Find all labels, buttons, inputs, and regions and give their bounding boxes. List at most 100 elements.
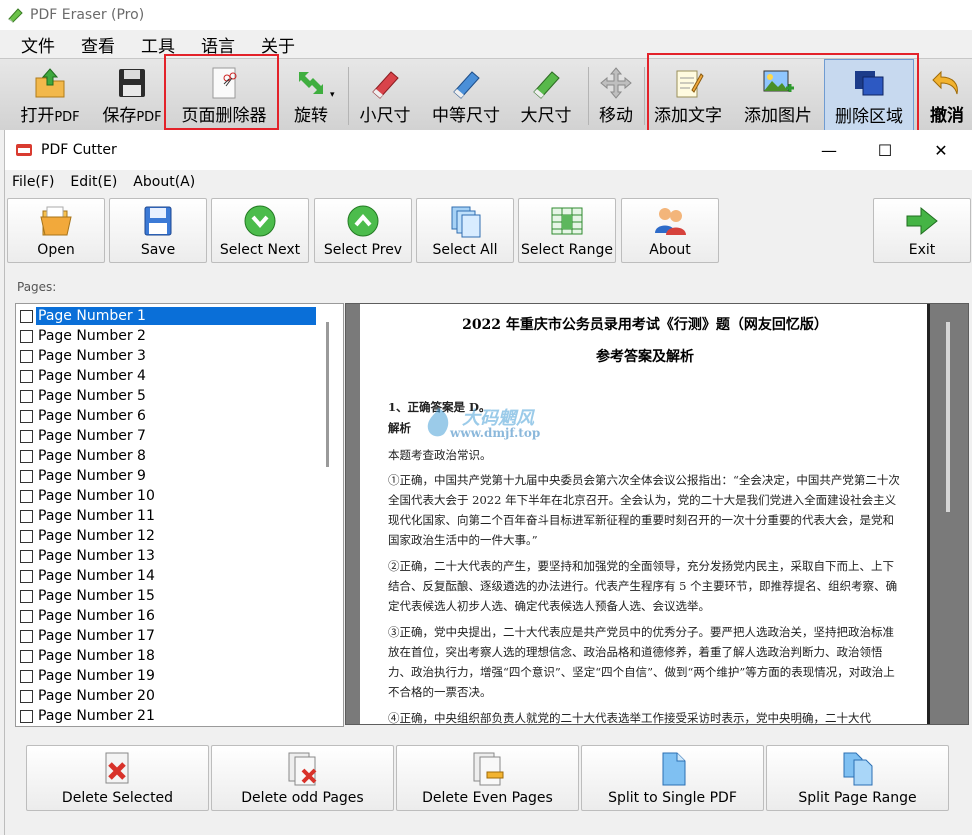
minimize-button[interactable]: —: [801, 130, 857, 170]
maximize-button[interactable]: ☐: [857, 130, 913, 170]
users-icon: [655, 208, 686, 235]
delete-odd-pages-button[interactable]: Delete odd Pages: [211, 745, 394, 811]
page-list-item[interactable]: Page Number 13: [20, 546, 317, 566]
page-checkbox[interactable]: [20, 549, 33, 563]
page-list-item[interactable]: Page Number 8: [20, 446, 317, 466]
page-list-item[interactable]: Page Number 15: [20, 586, 317, 606]
menu-about-a[interactable]: About(A): [133, 174, 195, 190]
page-label: Page Number 7: [38, 428, 146, 444]
about-button[interactable]: About: [621, 198, 719, 263]
page-list-item[interactable]: Page Number 21: [20, 706, 317, 726]
select-all-button[interactable]: Select All: [416, 198, 514, 263]
page-checkbox[interactable]: [20, 409, 33, 423]
save-pdf-button[interactable]: 保存PDF: [96, 59, 168, 131]
analysis-paragraph-2: ②正确，二十大代表的产生，要坚持和加强党的全面领导，充分发扬党内民主，采取自下而…: [388, 559, 898, 613]
select-next-button[interactable]: Select Next: [211, 198, 309, 263]
page-list-item[interactable]: Page Number 16: [20, 606, 317, 626]
page-checkbox[interactable]: [20, 689, 33, 703]
page-checkbox[interactable]: [20, 369, 33, 383]
open-pdf-button[interactable]: 打开PDF: [14, 59, 86, 131]
page-list-item[interactable]: Page Number 9: [20, 466, 317, 486]
page-checkbox[interactable]: [20, 649, 33, 663]
save-button[interactable]: Save: [109, 198, 207, 263]
page-checkbox[interactable]: [20, 589, 33, 603]
page-label: Page Number 1: [36, 307, 316, 325]
page-checkbox[interactable]: [20, 429, 33, 443]
page-checkbox[interactable]: [20, 349, 33, 363]
pdf-cutter-menu-bar: File(F) Edit(E) About(A): [5, 170, 972, 194]
stacked-pages-icon: [451, 206, 481, 238]
page-checkbox[interactable]: [20, 529, 33, 543]
page-list-item[interactable]: Page Number 11: [20, 506, 317, 526]
pdf-app-icon: [16, 144, 32, 156]
pages-list[interactable]: Page Number 1 Page Number 2 Page Number 3 P…: [15, 303, 344, 727]
single-page-icon: [662, 752, 685, 786]
page-label: Page Number 5: [38, 388, 146, 404]
page-checkbox[interactable]: [20, 469, 33, 483]
pdf-preview-pane[interactable]: 2022 年重庆市公务员录用考试《行测》题（网友回忆版） 参考答案及解析 1、正…: [345, 303, 969, 725]
menu-edit-e[interactable]: Edit(E): [70, 174, 117, 190]
menu-tools[interactable]: 工具: [141, 32, 175, 57]
delete-even-pages-button[interactable]: Delete Even Pages: [396, 745, 579, 811]
open-button[interactable]: Open: [7, 198, 105, 263]
menu-file-f[interactable]: File(F): [12, 174, 54, 190]
rotate-button[interactable]: 旋转 ▾: [282, 59, 340, 131]
page-checkbox[interactable]: [20, 489, 33, 503]
page-checkbox[interactable]: [20, 629, 33, 643]
page-list-item[interactable]: Page Number 3: [20, 346, 317, 366]
page-checkbox[interactable]: [20, 329, 33, 343]
exit-label: Exit: [908, 242, 936, 258]
page-checkbox[interactable]: [20, 569, 33, 583]
select-range-button[interactable]: Select Range: [518, 198, 616, 263]
move-button[interactable]: 移动: [592, 59, 640, 131]
page-label: Page Number 9: [38, 468, 146, 484]
page-label: Page Number 2: [38, 328, 146, 344]
page-checkbox[interactable]: [20, 669, 33, 683]
page-checkbox[interactable]: [20, 509, 33, 523]
page-list-item[interactable]: Page Number 12: [20, 526, 317, 546]
page-checkbox[interactable]: [20, 449, 33, 463]
analysis-paragraph-1: ①正确，中国共产党第十九届中央委员会第六次全体会议公报指出：“全会决定，中国共产…: [388, 473, 900, 547]
page-list-item[interactable]: Page Number 7: [20, 426, 317, 446]
watermark-url: www.dmjf.top: [450, 426, 541, 440]
page-checkbox[interactable]: [20, 389, 33, 403]
delete-selected-button[interactable]: Delete Selected: [26, 745, 209, 811]
exit-button[interactable]: Exit: [873, 198, 971, 263]
pages-list-scrollbar[interactable]: [326, 322, 329, 467]
preview-scrollbar[interactable]: [946, 322, 950, 512]
split-single-pdf-button[interactable]: Split to Single PDF: [581, 745, 764, 811]
small-size-eraser-button[interactable]: 小尺寸: [354, 59, 416, 131]
split-page-range-button[interactable]: Split Page Range: [766, 745, 949, 811]
pdf-cutter-toolbar: Open Save Select Next Select Prev Select…: [5, 194, 972, 266]
page-list-item[interactable]: Page Number 19: [20, 666, 317, 686]
page-delete-x-icon: [105, 752, 128, 784]
page-list-item[interactable]: Page Number 18: [20, 646, 317, 666]
page-list-item[interactable]: Page Number 5: [20, 386, 317, 406]
page-checkbox[interactable]: [20, 609, 33, 623]
close-button[interactable]: ✕: [913, 130, 969, 170]
menu-view[interactable]: 查看: [81, 32, 115, 57]
page-list-item[interactable]: Page Number 20: [20, 686, 317, 706]
page-list-item[interactable]: Page Number 4: [20, 366, 317, 386]
page-checkbox[interactable]: [20, 309, 33, 323]
split-page-range-label: Split Page Range: [798, 790, 917, 806]
save-label-suffix: PDF: [136, 110, 162, 125]
medium-size-eraser-button[interactable]: 中等尺寸: [426, 59, 506, 131]
rotate-dropdown-icon[interactable]: ▾: [330, 90, 335, 100]
large-size-eraser-button[interactable]: 大尺寸: [514, 59, 578, 131]
page-list-item[interactable]: Page Number 17: [20, 626, 317, 646]
analysis-paragraph-3: ③正确，党中央提出，二十大代表应是共产党员中的优秀分子。要严把人选政治关，坚持把…: [388, 625, 895, 699]
page-list-item[interactable]: Page Number 2: [20, 326, 317, 346]
menu-file[interactable]: 文件: [21, 32, 55, 57]
menu-about[interactable]: 关于: [261, 32, 295, 57]
toolbar-separator: [588, 67, 589, 125]
page-checkbox[interactable]: [20, 709, 33, 723]
undo-button[interactable]: 撤消: [922, 59, 972, 131]
page-list-item[interactable]: Page Number 14: [20, 566, 317, 586]
page-list-item[interactable]: Page Number 10: [20, 486, 317, 506]
menu-language[interactable]: 语言: [201, 32, 235, 57]
page-list-item[interactable]: Page Number 1: [20, 306, 317, 326]
select-prev-button[interactable]: Select Prev: [314, 198, 412, 263]
page-list-item[interactable]: Page Number 6: [20, 406, 317, 426]
open-label: Open: [37, 242, 75, 258]
